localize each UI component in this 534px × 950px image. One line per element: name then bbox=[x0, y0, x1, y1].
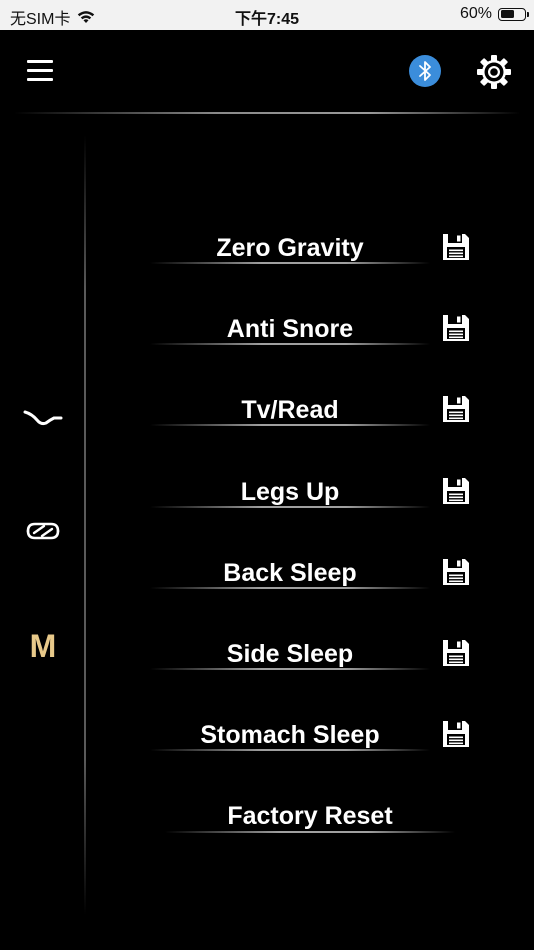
preset-row[interactable]: Zero Gravity bbox=[150, 228, 480, 272]
preset-underline bbox=[150, 343, 430, 345]
gear-icon[interactable] bbox=[475, 53, 513, 91]
save-disk-icon[interactable] bbox=[440, 393, 472, 425]
save-disk-icon[interactable] bbox=[440, 718, 472, 750]
preset-underline bbox=[150, 668, 430, 670]
save-disk-icon[interactable] bbox=[440, 312, 472, 344]
preset-underline bbox=[150, 424, 430, 426]
preset-row[interactable]: Legs Up bbox=[150, 472, 480, 516]
save-disk-icon[interactable] bbox=[440, 556, 472, 588]
preset-row[interactable]: Back Sleep bbox=[150, 553, 480, 597]
factory-reset-label: Factory Reset bbox=[227, 802, 393, 830]
battery-percent: 60% bbox=[459, 5, 492, 22]
loop-arrows-icon[interactable] bbox=[22, 516, 64, 546]
bluetooth-icon bbox=[419, 61, 431, 81]
save-disk-icon[interactable] bbox=[440, 475, 472, 507]
preset-row[interactable]: Tv/Read bbox=[150, 390, 480, 434]
preset-row[interactable]: Anti Snore bbox=[150, 309, 480, 353]
status-bar: 无SIM卡 下午7:45 60% bbox=[0, 0, 534, 30]
preset-row[interactable]: Side Sleep bbox=[150, 634, 480, 678]
factory-reset-button[interactable]: Factory Reset bbox=[165, 796, 455, 836]
save-disk-icon[interactable] bbox=[440, 231, 472, 263]
status-right: 60% bbox=[459, 5, 529, 23]
preset-row[interactable]: Stomach Sleep bbox=[150, 715, 480, 759]
battery-icon bbox=[498, 7, 529, 21]
battery-fill bbox=[500, 10, 514, 18]
status-time: 下午7:45 bbox=[234, 11, 300, 28]
preset-underline bbox=[150, 587, 430, 589]
wave-curve-icon[interactable] bbox=[22, 404, 64, 430]
side-divider bbox=[84, 135, 86, 915]
header-divider bbox=[14, 112, 520, 114]
memory-mode-button[interactable]: M bbox=[24, 626, 62, 666]
factory-reset-underline bbox=[165, 831, 455, 833]
bluetooth-button[interactable] bbox=[409, 55, 441, 87]
preset-underline bbox=[150, 506, 430, 508]
preset-underline bbox=[150, 749, 430, 751]
hamburger-menu-icon[interactable] bbox=[27, 58, 53, 84]
save-disk-icon[interactable] bbox=[440, 637, 472, 669]
preset-underline bbox=[150, 262, 430, 264]
